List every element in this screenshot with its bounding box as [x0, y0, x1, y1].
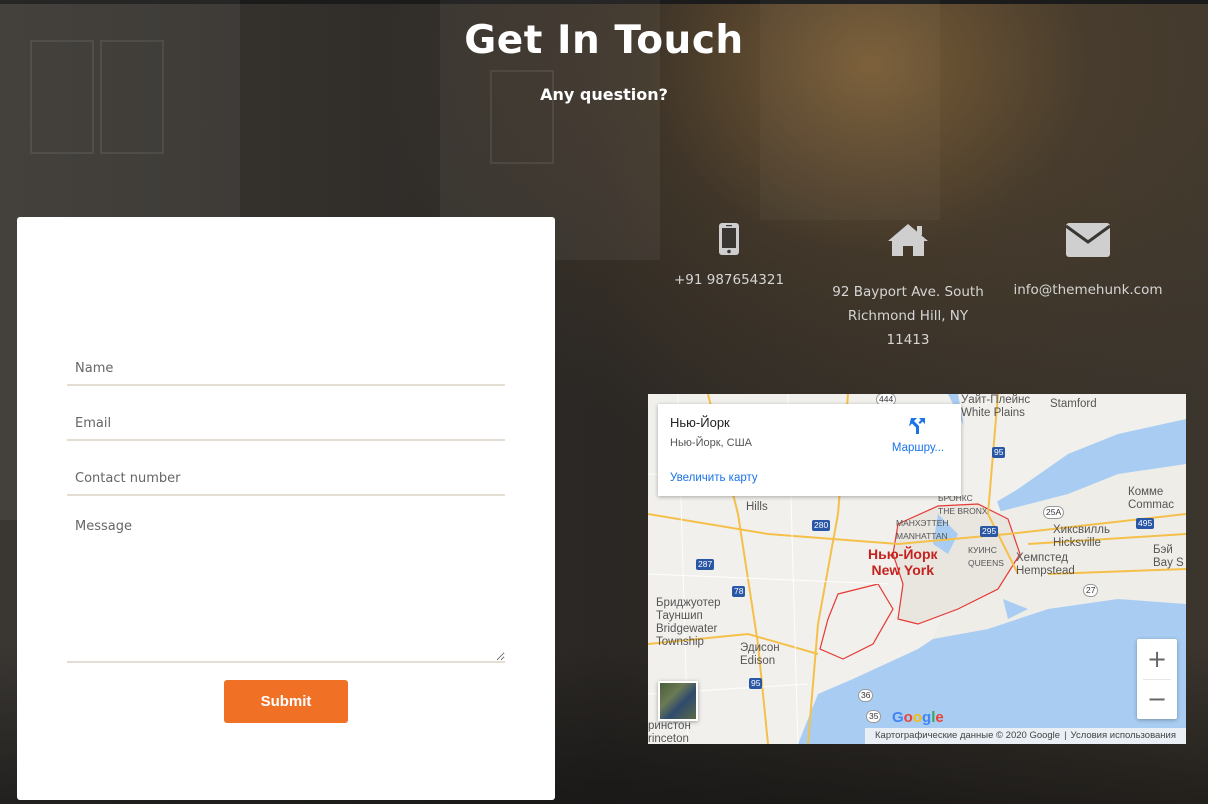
- map-place-subtitle: Нью-Йорк, США: [670, 437, 753, 449]
- zoom-controls: + −: [1137, 639, 1177, 719]
- map-attribution: Картографические данные © 2020 Google | Ус…: [865, 728, 1186, 744]
- contact-number-input[interactable]: [67, 463, 505, 496]
- route-shield: 35: [866, 710, 882, 723]
- route-shield: 27: [1083, 584, 1099, 597]
- address-line2: Richmond Hill, NY: [847, 308, 969, 324]
- route-shield: 95: [749, 678, 763, 689]
- address-line1: 92 Bayport Ave. South: [832, 284, 984, 300]
- submit-button[interactable]: Submit: [224, 680, 348, 723]
- message-textarea[interactable]: [67, 513, 505, 663]
- route-shield: 78: [732, 586, 746, 597]
- route-shield: 280: [812, 520, 831, 531]
- route-shield: 36: [858, 689, 874, 702]
- google-logo: Google: [892, 709, 944, 726]
- phone-text: +91 987654321: [673, 272, 785, 288]
- map-label-commack: Комме Commac: [1128, 486, 1175, 511]
- envelope-icon: [1065, 223, 1111, 257]
- route-shield: 287: [696, 559, 715, 570]
- map-label-hempstead: Хемпстед Hempstead: [1016, 552, 1075, 577]
- google-map[interactable]: Уайт-Плейнс White Plains Stamford МАНХЭТТ…: [648, 394, 1186, 744]
- route-shield: 25A: [1043, 506, 1065, 519]
- map-label-stamford: Stamford: [1050, 398, 1097, 410]
- zoom-out-button[interactable]: −: [1137, 679, 1177, 719]
- contact-form-card: Submit: [17, 217, 555, 800]
- page-title: Get In Touch: [464, 18, 744, 63]
- route-shield: 295: [980, 526, 999, 537]
- address-line3: 11413: [886, 332, 930, 348]
- map-label-princeton: ринстон rinceton: [648, 720, 691, 744]
- map-label-bay-shore: Бэй Bay S: [1153, 544, 1184, 569]
- phone-info: +91 987654321: [649, 222, 809, 292]
- name-input[interactable]: [67, 353, 505, 386]
- zoom-in-button[interactable]: +: [1137, 639, 1177, 679]
- zoom-divider: [1143, 679, 1171, 680]
- email-info: info@themehunk.com: [1008, 222, 1168, 302]
- map-data-attribution: Картографические данные © 2020 Google: [875, 730, 1061, 741]
- address-info: 92 Bayport Ave. South Richmond Hill, NY …: [828, 222, 988, 352]
- email-input[interactable]: [67, 408, 505, 441]
- map-place-card: Нью-Йорк Нью-Йорк, США Увеличить карту М…: [658, 404, 961, 496]
- route-shield: 495: [1136, 518, 1155, 529]
- map-label-hills: Hills: [746, 501, 768, 513]
- directions-icon: [909, 418, 925, 434]
- map-label-new-york: Нью-Йорк New York: [868, 546, 938, 578]
- phone-icon: [719, 223, 739, 255]
- map-label-bridgewater: Бриджуотер Тауншип Bridgewater Township: [656, 597, 721, 648]
- map-label-queens: КУИНС QUEENS: [968, 545, 1004, 568]
- directions-label: Маршру...: [891, 442, 945, 454]
- home-icon: [888, 224, 928, 256]
- directions-button[interactable]: Маршру...: [883, 416, 953, 454]
- enlarge-map-link[interactable]: Увеличить карту: [670, 472, 758, 484]
- map-label-edison: Эдисон Edison: [740, 642, 780, 667]
- map-label-hicksville: Хиксвилль Hicksville: [1053, 524, 1110, 549]
- map-place-title: Нью-Йорк: [670, 415, 730, 430]
- map-terms-link[interactable]: Условия использования: [1071, 730, 1176, 741]
- route-shield: 95: [992, 447, 1006, 458]
- satellite-toggle[interactable]: [658, 681, 698, 721]
- email-text: info@themehunk.com: [1013, 282, 1163, 298]
- page-subtitle: Any question?: [540, 85, 668, 104]
- map-label-manhattan: МАНХЭТТЕН MANHATTAN: [896, 518, 949, 541]
- map-label-white-plains: Уайт-Плейнс White Plains: [961, 394, 1031, 419]
